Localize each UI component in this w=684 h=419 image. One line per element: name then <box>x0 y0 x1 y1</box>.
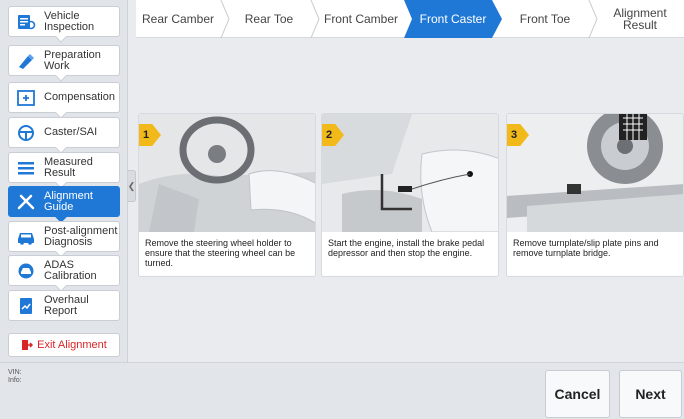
step-3-text: Remove turnplate/slip plate pins and rem… <box>513 238 659 258</box>
step-2-image: 2 <box>322 114 498 233</box>
tab-label: Front Toe <box>519 12 571 26</box>
sidebar-connector <box>55 31 67 43</box>
cancel-label: Cancel <box>554 386 601 402</box>
step-2-text: Start the engine, install the brake peda… <box>328 238 485 258</box>
adas-icon <box>15 260 37 282</box>
sidebar-item-label: Measured Result <box>44 155 93 179</box>
tab-front-toe[interactable]: Front Toe <box>502 0 588 38</box>
report-icon <box>15 295 37 317</box>
sidebar-item-overhaul-report[interactable]: Overhaul Report <box>8 290 120 321</box>
tab-label: Rear Toe <box>244 12 294 26</box>
sidebar-connector <box>55 70 67 82</box>
step-3-image: 3 <box>507 114 683 232</box>
tab-label: Front Camber <box>323 12 399 26</box>
tools-icon <box>15 191 37 213</box>
list-icon <box>15 157 37 179</box>
sidebar-item-label: Post-alignment Diagnosis <box>44 224 118 248</box>
tab-label: Front Caster <box>419 12 487 26</box>
sidebar-item-label: Vehicle Inspection <box>44 9 95 33</box>
next-button[interactable]: Next <box>619 370 682 418</box>
sidebar-item-label: Caster/SAI <box>44 126 98 138</box>
exit-alignment-label: Exit Alignment <box>37 339 107 351</box>
next-label: Next <box>635 386 666 402</box>
sidebar-item-label: Compensation <box>44 91 115 103</box>
tab-front-camber[interactable]: Front Camber <box>318 0 404 38</box>
footer-bar: VIN: Info: Cancel Next <box>0 362 684 419</box>
step-card-2: 2 Start the engine, install the brake pe… <box>321 113 499 277</box>
sidebar-item-vehicle-inspection[interactable]: Vehicle Inspection <box>8 6 120 43</box>
vin-label: VIN: <box>8 369 22 376</box>
chevron-left-icon: ❮ <box>127 180 136 191</box>
compensation-icon <box>15 87 37 109</box>
step-card-1: 1 Remove the steering wheel holder to en… <box>138 113 316 277</box>
exit-icon <box>21 339 34 351</box>
step-1-text: Remove the steering wheel holder to ensu… <box>145 238 296 268</box>
step-tab-bar: Rear Camber Rear Toe Front Camber Front … <box>136 0 684 38</box>
steering-wheel-icon <box>15 122 37 144</box>
sidebar-item-label: Overhaul Report <box>44 293 89 317</box>
sidebar-item-label: ADAS Calibration <box>44 258 97 282</box>
sidebar-item-compensation[interactable]: Compensation <box>8 82 120 119</box>
tab-front-caster[interactable]: Front Caster <box>404 0 502 38</box>
sidebar-collapse-handle[interactable]: ❮ <box>128 170 136 202</box>
tab-alignment-result[interactable]: Alignment Result <box>596 0 684 38</box>
preparation-icon <box>15 50 37 72</box>
sidebar-item-label: Preparation Work <box>44 48 101 72</box>
exit-alignment-button[interactable]: Exit Alignment <box>8 333 120 357</box>
sidebar-item-preparation-work[interactable]: Preparation Work <box>8 45 120 82</box>
info-label: Info: <box>8 377 22 384</box>
step-1-image: 1 <box>139 114 315 232</box>
tab-rear-camber[interactable]: Rear Camber <box>136 0 220 38</box>
sidebar: Vehicle Inspection Preparation Work Comp… <box>0 0 128 362</box>
tab-rear-toe[interactable]: Rear Toe <box>228 0 310 38</box>
sidebar-item-measured-result[interactable]: Measured Result <box>8 152 120 189</box>
sidebar-item-alignment-guide[interactable]: Alignment Guide <box>8 186 120 223</box>
sidebar-item-adas-calibration[interactable]: ADAS Calibration <box>8 255 120 292</box>
vehicle-inspection-icon <box>15 11 37 33</box>
alignment-guide-content: 1 Remove the steering wheel holder to en… <box>136 38 684 362</box>
sidebar-item-label: Alignment Guide <box>44 189 93 213</box>
car-icon <box>15 226 37 248</box>
sidebar-item-caster-sai[interactable]: Caster/SAI <box>8 117 120 154</box>
step-card-3: 3 Remove turnplate/slip plate pins and r… <box>506 113 684 277</box>
sidebar-item-post-alignment-diagnosis[interactable]: Post-alignment Diagnosis <box>8 221 120 258</box>
cancel-button[interactable]: Cancel <box>545 370 610 418</box>
tab-label: Alignment Result <box>613 6 667 32</box>
tab-label: Rear Camber <box>141 12 215 26</box>
